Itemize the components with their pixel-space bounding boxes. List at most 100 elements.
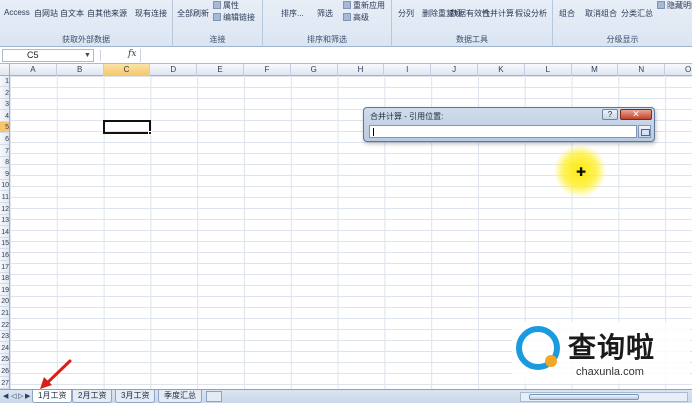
close-button[interactable]: ✕ [620,109,652,120]
formula-bar: C5 ▼ fx [0,47,692,64]
watermark-logo-dot [545,355,557,367]
row-header-11[interactable]: 11 [0,192,9,203]
from-text-button[interactable]: 自文本 [60,8,84,19]
group-label-external-data: 获取外部数据 [62,35,110,44]
row-header-15[interactable]: 15 [0,238,9,250]
row-header-2[interactable]: 2 [0,88,9,99]
insert-sheet-icon[interactable] [206,391,222,402]
column-header-e[interactable]: E [197,64,244,76]
row-header-12[interactable]: 12 [0,204,9,215]
consolidate-button[interactable]: 合并计算 [482,8,514,19]
formula-input[interactable] [140,49,690,62]
column-header-g[interactable]: G [291,64,338,76]
cell-select-cursor-icon: ✚ [576,165,587,179]
column-header-l[interactable]: L [525,64,572,76]
refresh-all-button[interactable]: 全部刷新 [177,8,209,19]
fill-handle[interactable] [148,131,152,135]
from-other-sources-button[interactable]: 自其他来源 [87,8,127,19]
column-header-b[interactable]: B [57,64,104,76]
text-caret [373,128,374,136]
hide-detail-button[interactable]: 隐藏明细 [657,0,692,11]
text-to-columns-button[interactable]: 分列 [398,8,414,19]
group-outline: 组合 取消组合 分类汇总 隐藏明细 分级显示 [553,0,692,47]
reapply-button[interactable]: 重新应用 [343,0,385,11]
row-header-24[interactable]: 24 [0,343,9,354]
column-header-m[interactable]: M [572,64,619,76]
edit-links-button[interactable]: 编辑链接 [213,12,255,23]
properties-button[interactable]: 属性 [213,0,239,11]
column-header-a[interactable]: A [10,64,57,76]
column-header-h[interactable]: H [338,64,385,76]
column-header-f[interactable]: F [244,64,291,76]
reference-input[interactable] [369,125,637,138]
row-header-3[interactable]: 3 [0,99,9,111]
tab-march-salary[interactable]: 3月工资 [115,390,156,403]
active-cell-c5[interactable] [103,120,152,135]
column-header-k[interactable]: K [478,64,525,76]
group-connections: 全部刷新 属性 编辑链接 连接 [173,0,263,47]
fx-icon[interactable]: fx [128,49,136,59]
row-header-26[interactable]: 26 [0,366,9,377]
formula-separator [100,50,101,61]
tab-february-salary[interactable]: 2月工资 [72,390,113,403]
row-header-17[interactable]: 17 [0,262,9,273]
sort-button[interactable]: 排序... [281,8,304,19]
column-header-d[interactable]: D [150,64,198,76]
subtotal-button[interactable]: 分类汇总 [621,8,653,19]
ungroup-button[interactable]: 取消组合 [585,8,617,19]
tab-first-icon[interactable]: ◀ [3,392,8,400]
dialog-title: 合并计算 - 引用位置: [370,112,444,121]
row-header-19[interactable]: 19 [0,285,9,296]
row-header-22[interactable]: 22 [0,320,9,331]
horizontal-scrollbar[interactable] [520,392,688,402]
row-header-14[interactable]: 14 [0,227,9,238]
expand-dialog-icon[interactable] [638,125,651,138]
tab-next-icon[interactable]: ▷ [18,392,23,400]
row-header-9[interactable]: 9 [0,169,9,180]
row-header-1[interactable]: 1 [0,76,9,87]
row-header-4[interactable]: 4 [0,111,9,122]
red-arrow-annotation-icon [40,359,72,389]
row-header-16[interactable]: 16 [0,250,9,261]
group-button[interactable]: 组合 [559,8,575,19]
row-header-27[interactable]: 27 [0,378,9,389]
advanced-button[interactable]: 高级 [343,12,369,23]
tab-prev-icon[interactable]: ◁ [11,392,16,400]
column-header-j[interactable]: J [431,64,478,76]
horizontal-scroll-thumb[interactable] [529,394,639,400]
row-header-13[interactable]: 13 [0,215,9,227]
from-web-button[interactable]: 自网站 [34,8,58,19]
row-header-8[interactable]: 8 [0,157,9,169]
chevron-down-icon[interactable]: ▼ [84,52,91,59]
existing-connections-button[interactable]: 现有连接 [135,8,167,19]
row-header-10[interactable]: 10 [0,180,9,192]
row-header-18[interactable]: 18 [0,273,9,285]
column-header-o[interactable]: O [665,64,692,76]
group-label-data-tools: 数据工具 [456,35,488,44]
row-header-25[interactable]: 25 [0,354,9,366]
filter-button[interactable]: 筛选 [317,8,333,19]
column-header-c[interactable]: C [103,64,151,76]
help-button[interactable]: ? [602,109,618,120]
name-box[interactable]: C5 [2,49,94,62]
access-button[interactable]: Access [4,8,30,17]
row-header-6[interactable]: 6 [0,134,9,145]
watermark-url: chaxunla.com [576,366,644,378]
tab-quarter-summary[interactable]: 季度汇总 [158,390,202,403]
column-header-n[interactable]: N [618,64,666,76]
watermark-brand: 查询啦 [568,331,656,364]
what-if-analysis-button[interactable]: 假设分析 [515,8,547,19]
row-header-20[interactable]: 20 [0,296,9,308]
tab-last-icon[interactable]: ▶ [25,392,30,400]
group-label-connections: 连接 [209,35,226,44]
ribbon-data-tab: Access 自网站 自文本 自其他来源 现有连接 获取外部数据 全部刷新 属性… [0,0,692,47]
row-header-23[interactable]: 23 [0,331,9,343]
group-data-tools: 分列 删除重复项 数据有效性 合并计算 假设分析 数据工具 [392,0,553,47]
sheet-tab-bar: ◀ ◁ ▷ ▶ 1月工资 2月工资 3月工资 季度汇总 [0,389,692,403]
select-all-corner[interactable] [0,64,10,76]
column-header-i[interactable]: I [384,64,432,76]
group-label-sort-filter: 排序和筛选 [307,35,347,44]
row-header-5[interactable]: 5 [0,122,9,134]
row-header-7[interactable]: 7 [0,146,9,157]
row-header-21[interactable]: 21 [0,308,9,319]
